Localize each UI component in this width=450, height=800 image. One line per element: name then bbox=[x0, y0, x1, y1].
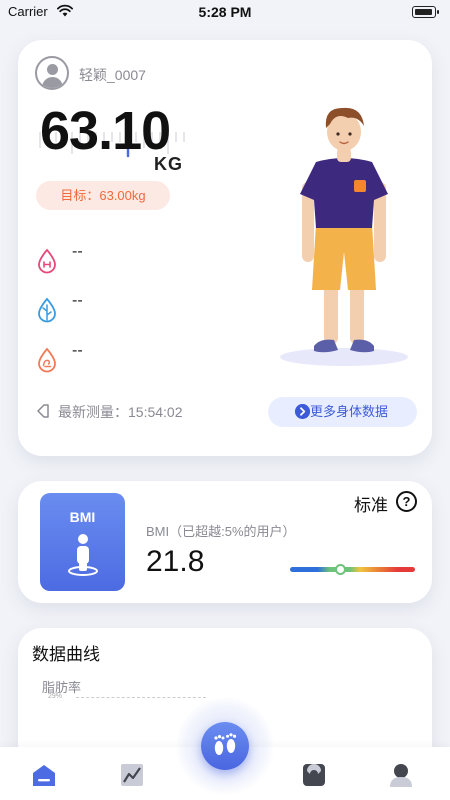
help-icon[interactable]: ? bbox=[396, 491, 417, 512]
weight-unit: KG bbox=[154, 154, 183, 174]
status-time: 5:28 PM bbox=[198, 4, 252, 20]
bmi-tile: BMI bbox=[40, 493, 125, 591]
curve-title: 数据曲线 bbox=[32, 645, 100, 664]
profile-icon[interactable] bbox=[388, 762, 414, 788]
more-body-data-button[interactable]: 更多身体数据 bbox=[268, 397, 417, 427]
home-icon[interactable] bbox=[31, 762, 57, 788]
curve-gridline bbox=[76, 697, 206, 698]
chart-icon[interactable] bbox=[119, 762, 145, 788]
weight-card: 轻颖_0007 63.10 KG 目标：63.00kg -- -- -- 最新测… bbox=[18, 40, 432, 456]
bmi-tile-label: BMI bbox=[69, 509, 96, 525]
metric-value-water: -- bbox=[72, 292, 83, 309]
bmi-caption: BMI（已超越:5%的用户） bbox=[146, 524, 296, 539]
bmi-scale-bar bbox=[290, 564, 415, 575]
metric-value-fat: -- bbox=[72, 243, 83, 260]
bmi-scale-marker bbox=[334, 564, 346, 575]
goal-badge[interactable]: 目标：63.00kg bbox=[36, 181, 170, 210]
metric-row-fat[interactable]: -- bbox=[36, 243, 156, 274]
weight-value: 63.10 bbox=[40, 101, 171, 161]
body-figure-illustration bbox=[280, 107, 408, 366]
water-leaf-icon bbox=[38, 297, 56, 323]
chevron-right-icon bbox=[295, 404, 310, 419]
fat-drop-icon bbox=[38, 248, 56, 274]
scale-icon[interactable] bbox=[301, 762, 327, 788]
metric-row-muscle[interactable]: -- bbox=[36, 342, 156, 373]
avatar[interactable] bbox=[35, 56, 69, 90]
more-body-data-label: 更多身体数据 bbox=[310, 404, 389, 419]
curve-tick-label: 29% bbox=[48, 693, 63, 700]
battery-icon bbox=[412, 6, 439, 18]
muscle-drop-icon bbox=[38, 347, 56, 373]
last-measure-text: 最新测量：15:54:02 bbox=[58, 404, 183, 420]
metric-value-muscle: -- bbox=[72, 342, 83, 359]
metric-row-water[interactable]: -- bbox=[36, 292, 156, 323]
person-standing-icon bbox=[68, 534, 98, 576]
status-bar: Carrier 5:28 PM bbox=[0, 0, 450, 24]
bmi-status: 标准 bbox=[354, 496, 388, 515]
measure-footprint-button[interactable] bbox=[201, 722, 249, 770]
tag-icon bbox=[37, 404, 49, 418]
bmi-value: 21.8 bbox=[146, 545, 205, 578]
username: 轻颖_0007 bbox=[79, 67, 146, 83]
bmi-card[interactable]: BMI BMI（已超越:5%的用户） 21.8 标准 ? bbox=[18, 481, 432, 603]
footprint-icon bbox=[214, 733, 237, 755]
